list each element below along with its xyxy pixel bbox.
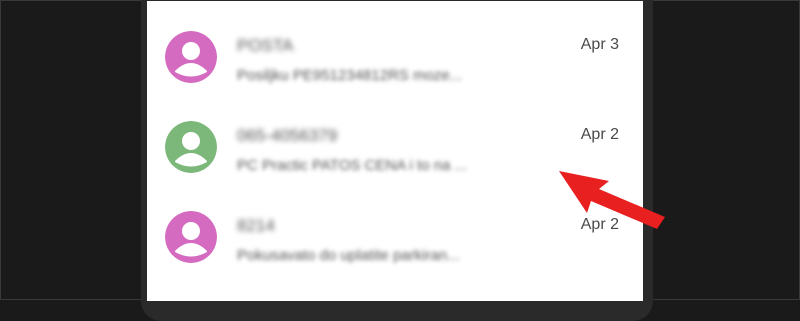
- sender-name: 065-4056379: [237, 126, 338, 145]
- contact-avatar[interactable]: [165, 211, 217, 263]
- person-icon: [165, 211, 217, 263]
- conversation-item[interactable]: POSTA Apr 3 Posiljku PE951234812RS moze.…: [147, 16, 643, 106]
- message-preview: Pokusavato do uplatite parkiran...: [237, 247, 460, 264]
- contact-avatar[interactable]: [165, 121, 217, 173]
- person-icon: [165, 31, 217, 83]
- message-preview: Posiljku PE951234812RS moze...: [237, 67, 463, 84]
- person-icon: [165, 121, 217, 173]
- message-date: Apr 3: [580, 36, 619, 53]
- red-arrow-icon: [559, 171, 665, 229]
- message-date: Apr 2: [580, 126, 619, 143]
- sender-name: 8214: [237, 216, 275, 235]
- screenshot-frame: POSTA Apr 3 Posiljku PE951234812RS moze.…: [0, 0, 800, 321]
- sender-name: POSTA: [237, 36, 294, 55]
- contact-avatar[interactable]: [165, 31, 217, 83]
- message-preview: PC Practic PATOS CENA i to na ...: [237, 157, 468, 174]
